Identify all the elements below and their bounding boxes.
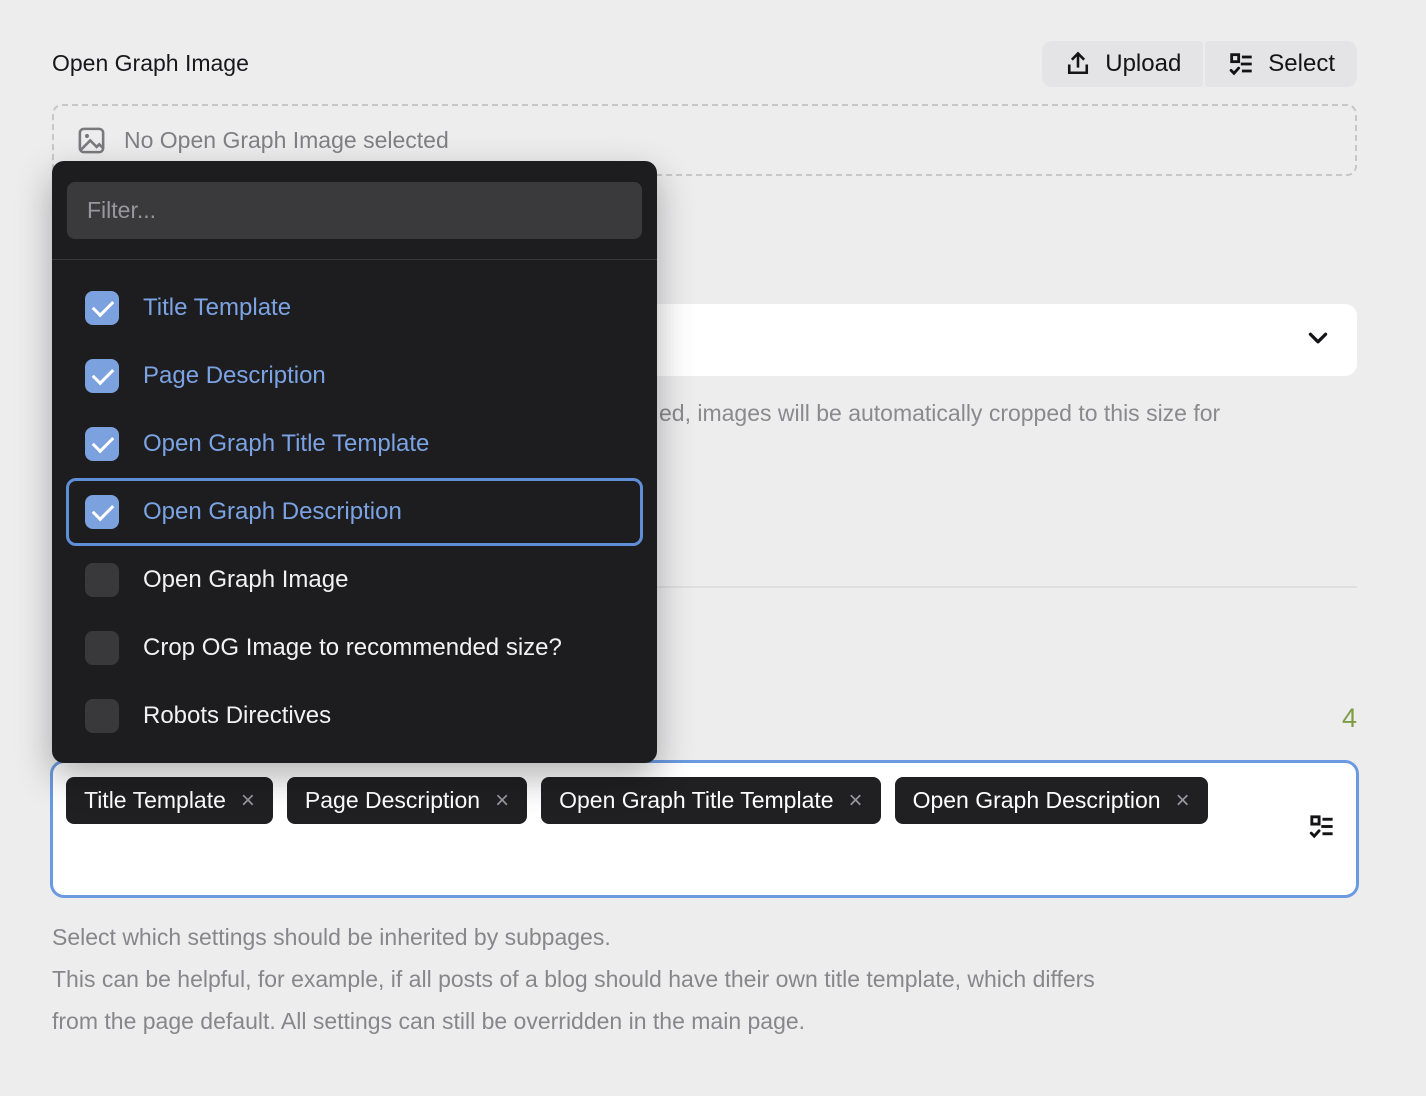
option-label: Title Template [143,294,291,322]
option-open-graph-title-template[interactable]: Open Graph Title Template [66,410,643,478]
chevron-down-icon [1305,325,1331,356]
upload-icon [1064,50,1092,78]
checkbox-icon[interactable] [85,359,119,393]
settings-page: Open Graph Image Upload Select [0,0,1426,1096]
option-label: Crop OG Image to recommended size? [143,634,562,662]
tag-open-graph-title-template[interactable]: Open Graph Title Template × [541,777,880,824]
checkbox-icon[interactable] [85,699,119,733]
field-instructions: Select which settings should be inherite… [52,916,1095,1042]
select-button[interactable]: Select [1205,41,1357,87]
inherited-settings-tags-input[interactable]: Title Template × Page Description × Open… [50,760,1359,898]
tag-remove-icon[interactable]: × [495,789,509,813]
select-list-icon[interactable] [1307,812,1336,846]
checkbox-icon[interactable] [85,291,119,325]
tag-label: Open Graph Description [913,787,1161,814]
option-title-template[interactable]: Title Template [66,274,643,342]
asset-actions-group: Upload Select [1042,41,1357,87]
option-robots-directives[interactable]: Robots Directives [66,682,643,750]
checkbox-icon[interactable] [85,495,119,529]
tag-label: Title Template [84,787,226,814]
option-page-description[interactable]: Page Description [66,342,643,410]
crop-help-text-fragment: ed, images will be automatically cropped… [659,400,1220,427]
field-label-open-graph-image: Open Graph Image [52,50,249,77]
upload-button[interactable]: Upload [1042,41,1203,87]
upload-button-label: Upload [1105,50,1181,78]
tag-label: Open Graph Title Template [559,787,833,814]
instruction-line: from the page default. All settings can … [52,1000,1095,1042]
dropdown-option-list: Title Template Page Description Open Gra… [52,260,657,764]
checkbox-icon[interactable] [85,563,119,597]
select-button-label: Select [1268,50,1335,78]
option-label: Open Graph Image [143,566,348,594]
image-icon [76,125,107,156]
tag-page-description[interactable]: Page Description × [287,777,527,824]
settings-multiselect-dropdown: Title Template Page Description Open Gra… [52,161,657,763]
tag-remove-icon[interactable]: × [849,789,863,813]
option-open-graph-image[interactable]: Open Graph Image [66,546,643,614]
tag-remove-icon[interactable]: × [241,789,255,813]
option-open-graph-description[interactable]: Open Graph Description [66,478,643,546]
option-label: Open Graph Description [143,498,402,526]
filter-input[interactable] [67,182,642,239]
tag-open-graph-description[interactable]: Open Graph Description × [895,777,1208,824]
tag-remove-icon[interactable]: × [1176,789,1190,813]
tag-title-template[interactable]: Title Template × [66,777,273,824]
dropdown-filter-wrap [52,161,657,239]
instruction-line: Select which settings should be inherite… [52,916,1095,958]
checkbox-icon[interactable] [85,427,119,461]
checkbox-icon[interactable] [85,631,119,665]
tag-label: Page Description [305,787,480,814]
selected-count: 4 [1342,703,1357,734]
option-label: Page Description [143,362,326,390]
asset-empty-text: No Open Graph Image selected [124,127,449,154]
instruction-line: This can be helpful, for example, if all… [52,958,1095,1000]
option-label: Robots Directives [143,702,331,730]
select-list-icon [1227,50,1255,78]
option-label: Open Graph Title Template [143,430,429,458]
option-crop-og-image[interactable]: Crop OG Image to recommended size? [66,614,643,682]
